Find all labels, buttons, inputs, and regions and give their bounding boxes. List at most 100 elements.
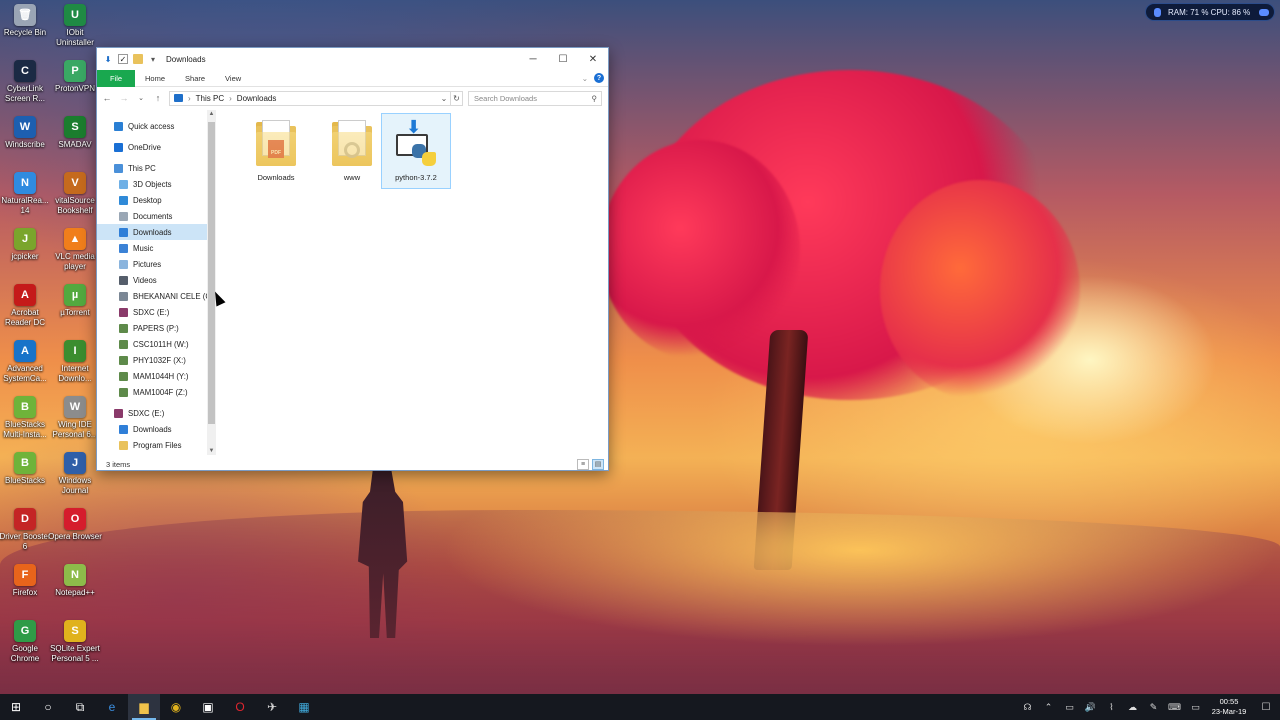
nav-item[interactable]: Documents xyxy=(97,208,207,224)
desktop-icon[interactable]: S SQLite Expert Personal 5 ... xyxy=(47,620,103,664)
tab-file[interactable]: File xyxy=(97,69,135,87)
expand-ribbon-icon[interactable]: ⌄ xyxy=(582,74,588,83)
cortana-icon[interactable]: ○ xyxy=(32,694,64,720)
desktop-icon[interactable]: J Windows Journal xyxy=(47,452,103,496)
desktop-icon[interactable]: B BlueStacks Multi-Insta... xyxy=(0,396,53,440)
file-item[interactable]: ⬇ python-3.7.2 xyxy=(381,113,451,189)
nav-item[interactable]: SDXC (E:) xyxy=(97,405,207,421)
desktop-icon[interactable]: A Acrobat Reader DC xyxy=(0,284,53,328)
nav-item[interactable]: BHEKANANI CELE (C: xyxy=(97,288,207,304)
nav-item[interactable]: Program Files xyxy=(97,437,207,453)
tray-icon[interactable]: ✎ xyxy=(1143,702,1164,713)
nav-item[interactable]: OneDrive xyxy=(97,139,207,155)
store-icon[interactable]: ▣ xyxy=(192,694,224,720)
desktop-icon[interactable]: U IObit Uninstaller xyxy=(47,4,103,48)
wing-ide-icon[interactable]: ✈ xyxy=(256,694,288,720)
start-icon[interactable]: ⊞ xyxy=(0,694,32,720)
address-bar[interactable]: › This PC › Downloads ⌄ xyxy=(169,90,451,106)
title-bar[interactable]: ⬇ ✓ ▾ Downloads ─ ☐ ✕ xyxy=(97,48,608,70)
nav-scrollbar[interactable]: ▲ ▼ xyxy=(207,110,216,455)
address-dropdown-icon[interactable]: ⌄ xyxy=(438,94,450,103)
tray-icon[interactable]: ⌃ xyxy=(1038,702,1059,713)
nav-item[interactable]: SDXC (E:) xyxy=(97,304,207,320)
breadcrumb-downloads[interactable]: Downloads xyxy=(237,94,277,103)
customize-toolbar-icon[interactable]: ▾ xyxy=(148,54,158,64)
nav-item[interactable]: CSC1011H (W:) xyxy=(97,336,207,352)
nav-item[interactable]: Quick access xyxy=(97,118,207,134)
file-explorer-icon[interactable]: ▆ xyxy=(128,694,160,720)
tray-icon[interactable]: ▭ xyxy=(1185,702,1206,713)
properties-icon[interactable]: ✓ xyxy=(118,54,128,64)
tab-view[interactable]: View xyxy=(215,74,251,83)
maximize-button[interactable]: ☐ xyxy=(548,48,578,70)
notification-center-icon[interactable]: ☐ xyxy=(1252,702,1280,713)
desktop-icon[interactable]: W Wing IDE Personal 6... xyxy=(47,396,103,440)
up-arrow-icon[interactable]: ↑ xyxy=(152,93,164,103)
nav-item[interactable]: Downloads xyxy=(97,421,207,437)
tray-icon[interactable]: ☊ xyxy=(1017,702,1038,713)
recent-locations-icon[interactable]: ⌄ xyxy=(135,94,147,102)
desktop-icon[interactable]: B BlueStacks xyxy=(0,452,53,486)
file-item[interactable]: PDF Downloads xyxy=(241,113,311,189)
nav-item[interactable]: MAM1044H (Y:) xyxy=(97,368,207,384)
desktop-icon[interactable]: N Notepad++ xyxy=(47,564,103,598)
tray-icon[interactable]: ⌇ xyxy=(1101,702,1122,713)
desktop-icon[interactable]: ▲ VLC media player xyxy=(47,228,103,272)
nav-item[interactable]: Music xyxy=(97,240,207,256)
back-arrow-icon[interactable]: ← xyxy=(101,93,113,103)
new-folder-icon[interactable] xyxy=(133,54,143,64)
desktop-icon[interactable]: C CyberLink Screen R... xyxy=(0,60,53,104)
desktop-icon[interactable]: D Driver Booster 6 xyxy=(0,508,53,552)
nav-item[interactable]: Downloads xyxy=(97,224,207,240)
desktop-icon[interactable]: G Google Chrome xyxy=(0,620,53,664)
details-view-icon[interactable]: ≡ xyxy=(577,458,589,470)
desktop-icon[interactable]: Jjcpicker xyxy=(0,228,53,262)
nav-item[interactable]: Pictures xyxy=(97,256,207,272)
screen-recorder-icon[interactable]: ▦ xyxy=(288,694,320,720)
desktop-icon[interactable]: A Advanced SystemCa... xyxy=(0,340,53,384)
scroll-up-icon[interactable]: ▲ xyxy=(207,111,216,117)
nav-item[interactable]: PHY1032F (X:) xyxy=(97,352,207,368)
tray-icon[interactable]: ☁ xyxy=(1122,702,1143,713)
opera-icon[interactable]: O xyxy=(224,694,256,720)
system-monitor-widget[interactable]: RAM: 71 % CPU: 86 % xyxy=(1145,3,1275,21)
desktop-icon[interactable]: I Internet Downlo... xyxy=(47,340,103,384)
scrollbar-thumb[interactable] xyxy=(208,122,215,424)
tab-share[interactable]: Share xyxy=(175,74,215,83)
help-icon[interactable]: ? xyxy=(594,73,604,83)
nav-item[interactable]: This PC xyxy=(97,160,207,176)
nav-item[interactable]: 3D Objects xyxy=(97,176,207,192)
nav-item[interactable]: Desktop xyxy=(97,192,207,208)
task-view-icon[interactable]: ⧉ xyxy=(64,694,96,720)
large-icons-view-icon[interactable]: ▤ xyxy=(592,458,604,470)
desktop-icon[interactable]: S SMADAV xyxy=(47,116,103,150)
desktop-icon[interactable]: VvitalSource Bookshelf xyxy=(47,172,103,216)
scroll-down-icon[interactable]: ▼ xyxy=(207,448,216,454)
desktop-icon[interactable]: P ProtonVPN xyxy=(47,60,103,94)
tray-icon[interactable]: ▭ xyxy=(1059,702,1080,713)
forward-arrow-icon[interactable]: → xyxy=(118,93,130,103)
tray-icon[interactable]: 🔊 xyxy=(1080,702,1101,713)
nav-item[interactable]: MAM1004F (Z:) xyxy=(97,384,207,400)
close-button[interactable]: ✕ xyxy=(578,48,608,70)
desktop-icon[interactable]: N NaturalRea... 14 xyxy=(0,172,53,216)
refresh-icon[interactable]: ↻ xyxy=(451,90,463,106)
clock[interactable]: 00:55 23-Mar-19 xyxy=(1206,697,1252,717)
file-item[interactable]: www xyxy=(317,113,387,189)
tree-canopy-right xyxy=(880,180,1080,400)
nav-item[interactable]: PAPERS (P:) xyxy=(97,320,207,336)
tab-home[interactable]: Home xyxy=(135,74,175,83)
edge-icon[interactable]: e xyxy=(96,694,128,720)
search-input[interactable]: Search Downloads ⚲ xyxy=(468,90,602,106)
minimize-button[interactable]: ─ xyxy=(518,48,548,70)
file-explorer-window[interactable]: ⬇ ✓ ▾ Downloads ─ ☐ ✕ File Home Share Vi… xyxy=(96,47,609,471)
desktop-icon[interactable]: µ µTorrent xyxy=(47,284,103,318)
tray-icon[interactable]: ⌨ xyxy=(1164,702,1185,713)
breadcrumb-this-pc[interactable]: This PC xyxy=(196,94,224,103)
nav-item[interactable]: Videos xyxy=(97,272,207,288)
chrome-icon[interactable]: ◉ xyxy=(160,694,192,720)
desktop-icon[interactable]: 🗑 Recycle Bin xyxy=(0,4,53,38)
desktop-icon[interactable]: F Firefox xyxy=(0,564,53,598)
desktop-icon[interactable]: W Windscribe xyxy=(0,116,53,150)
desktop-icon[interactable]: O Opera Browser xyxy=(47,508,103,542)
